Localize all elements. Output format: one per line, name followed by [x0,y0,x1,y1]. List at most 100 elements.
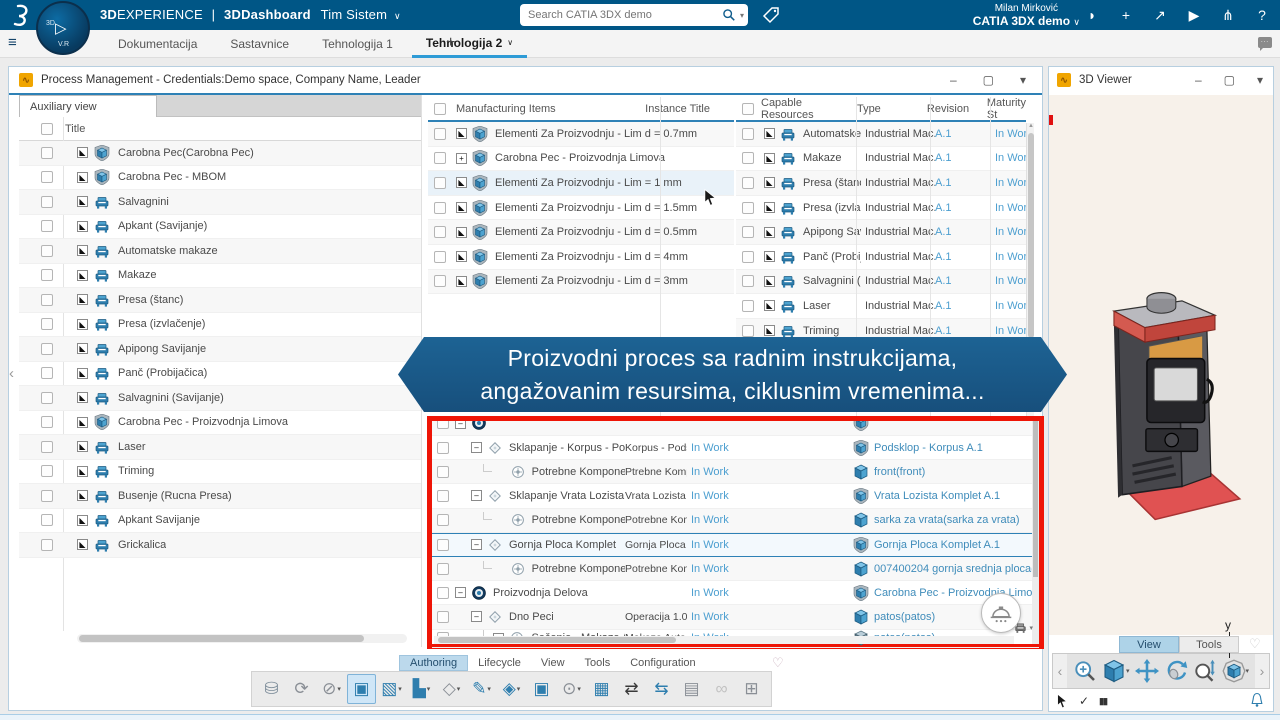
replace-icon[interactable]: ⇆ [647,674,676,704]
expander-icon[interactable]: ◣ [77,270,88,281]
aux-table-row[interactable]: ◣ Presa (štanc) [19,288,421,313]
select-all-checkbox[interactable] [434,103,446,115]
expander-icon[interactable]: ◣ [764,251,775,262]
row-checkbox[interactable] [437,466,449,478]
row-checkbox[interactable] [41,367,53,379]
row-checkbox[interactable] [41,245,53,257]
expander-icon[interactable]: ◣ [77,466,88,477]
expander-icon[interactable]: + [456,153,467,164]
expander-icon[interactable]: ◣ [456,227,467,238]
notification-bell-icon[interactable] [1249,692,1265,708]
dashboard-tab[interactable]: Tehnologija 1 [308,30,412,58]
row-checkbox[interactable] [41,269,53,281]
scoped-item-link[interactable]: front(front) [874,466,1039,478]
row-checkbox[interactable] [41,441,53,453]
hamburger-icon[interactable]: ≡ [8,34,17,51]
scrollbar-thumb[interactable] [1033,421,1038,577]
expander-icon[interactable]: – [471,490,482,501]
row-checkbox[interactable] [434,152,446,164]
collapse-panel-icon[interactable]: ‹ [9,365,14,382]
minimize-icon[interactable]: – [950,73,957,87]
row-checkbox[interactable] [41,147,53,159]
aux-table-row[interactable]: ◣ Apkant Savijanje [19,509,421,534]
expander-icon[interactable]: ◣ [764,177,775,188]
expander-icon[interactable]: ◣ [77,441,88,452]
expander-icon[interactable]: ◣ [77,392,88,403]
expander-icon[interactable]: ◣ [77,196,88,207]
toolbar-tab[interactable]: Tools [575,656,621,670]
row-checkbox[interactable] [434,202,446,214]
expander-icon[interactable]: – [471,539,482,550]
row-checkbox[interactable] [742,325,754,337]
select-all-checkbox[interactable] [742,103,754,115]
scoped-item-link[interactable]: sarka za vrata(sarka za vrata) [874,514,1039,526]
swym-icon[interactable]: ◗ [1082,5,1102,25]
stove-3d-model[interactable] [1083,283,1248,528]
tools-icon[interactable]: ⋔ [1218,5,1238,25]
zoom-area-icon[interactable] [1073,659,1097,683]
toolbar-tab[interactable]: Lifecycle [468,656,531,670]
resource-table-row[interactable]: ◣ Makaze Industrial Mac... A.1 In Work [736,147,1026,172]
process-tree-row[interactable]: – Gornja Ploca Komplet Gornja Ploca ... … [432,533,1039,557]
expander-icon[interactable]: ◣ [77,172,88,183]
mfg-table-row[interactable]: ◣ Elementi Za Proizvodnju - Lim d = 0.5m… [428,220,734,245]
expander-icon[interactable]: – [471,611,482,622]
row-checkbox[interactable] [437,442,449,454]
row-checkbox[interactable] [437,611,449,623]
row-checkbox[interactable] [41,294,53,306]
aux-table-row[interactable]: ◣ Grickalica [19,533,421,558]
scoped-item-link[interactable]: Podsklop - Korpus A.1 [874,442,1039,454]
expander-icon[interactable]: ◣ [764,227,775,238]
process-tree-row[interactable]: – Sklapanje - Korpus - Podsklop Korpus -… [432,436,1039,460]
maximize-icon[interactable]: ▢ [1224,73,1235,87]
share-icon[interactable]: ↗ [1150,5,1170,25]
toolbar-tab[interactable]: Authoring [399,655,468,671]
expander-icon[interactable]: – [455,587,466,598]
search-input[interactable] [528,9,722,21]
row-checkbox[interactable] [41,514,53,526]
dashboard-name[interactable]: Tim Sistem [321,7,388,22]
scoped-item-link[interactable]: 007400204 gornja srednja ploca(0074... [874,563,1039,575]
expander-icon[interactable]: ◣ [77,368,88,379]
search-options-caret-icon[interactable]: ▾ [740,11,744,20]
rotate-icon[interactable] [1164,659,1188,683]
expander-icon[interactable]: ◣ [77,294,88,305]
aux-table-row[interactable]: ◣ Automatske makaze [19,239,421,264]
vertical-scrollbar[interactable] [1032,421,1039,644]
process-tree-row[interactable]: – Dno Peci Operacija 1.0 In Work patos(p… [432,605,1039,629]
row-checkbox[interactable] [742,251,754,263]
expander-icon[interactable]: ◣ [456,202,467,213]
expander-icon[interactable]: ◣ [77,245,88,256]
scrollbar-thumb[interactable] [79,635,364,642]
viewer-tab[interactable]: Tools [1179,636,1239,653]
capable-resources-column-header[interactable]: Capable Resources [761,97,853,121]
list-view-icon[interactable]: ▤ [677,674,706,704]
row-checkbox[interactable] [434,177,446,189]
add-content-icon[interactable]: + [1116,5,1136,25]
aux-table-row[interactable]: ◣ Carobna Pec - MBOM [19,166,421,191]
row-checkbox[interactable] [41,490,53,502]
row-checkbox[interactable] [434,128,446,140]
select-cursor-icon[interactable] [1056,693,1069,710]
auxiliary-view-tab[interactable]: Auxiliary view [19,95,157,117]
row-checkbox[interactable] [434,251,446,263]
scoped-item-link[interactable]: Carobna Pec - Proizvodnja Limova A.1 [874,587,1039,599]
row-checkbox[interactable] [742,152,754,164]
expander-icon[interactable]: ◣ [77,417,88,428]
resource-table-row[interactable]: ◣ Presa (štanc) Industrial Mac... A.1 In… [736,171,1026,196]
aux-table-row[interactable]: ◣ Apkant (Savijanje) [19,215,421,240]
mfg-table-row[interactable]: ◣ Elementi Za Proizvodnju - Lim d = 3mm [428,270,734,295]
process-tree-row[interactable]: Potrebne Komponente Ptrebne Komp... In W… [432,460,1039,484]
row-checkbox[interactable] [742,226,754,238]
process-tree-row[interactable]: – [432,421,1039,436]
row-checkbox[interactable] [41,318,53,330]
row-checkbox[interactable] [41,196,53,208]
window-chevron-icon[interactable]: ▾ [1020,73,1026,87]
favorite-heart-icon[interactable]: ♡ [1249,636,1261,652]
comments-icon[interactable]: ... [1258,37,1272,48]
export-mini-button[interactable]: ▾ [1014,621,1033,634]
row-checkbox[interactable] [742,300,754,312]
horizontal-scrollbar[interactable] [434,636,1014,644]
row-checkbox[interactable] [437,539,449,551]
aux-table-row[interactable]: ◣ Busenje (Rucna Presa) [19,484,421,509]
